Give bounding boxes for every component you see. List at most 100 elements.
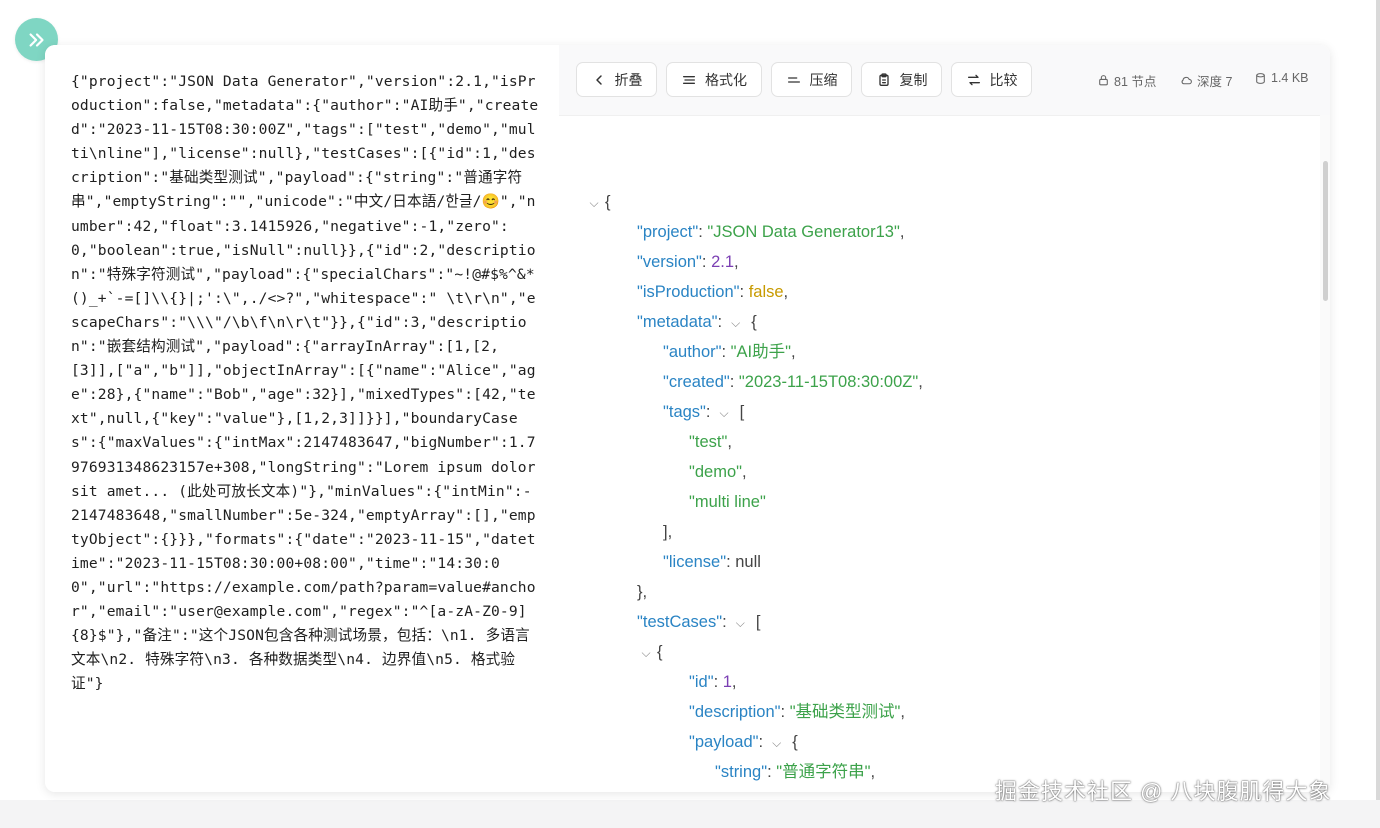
chevron-down-icon[interactable]: ⌵: [717, 398, 731, 428]
tree-row: },: [637, 577, 647, 607]
tree-key: "project": [637, 223, 699, 241]
tree-key: "created": [663, 373, 730, 391]
tree-value: "基础类型测试": [789, 703, 901, 721]
tree-comma: ,: [742, 463, 747, 481]
tree-row: "author": "AI助手",: [663, 337, 796, 367]
tree-row[interactable]: ⌵{: [585, 187, 611, 218]
tree-bracket: [: [751, 613, 761, 631]
tree-value: "test": [689, 433, 728, 451]
tree-comma: ,: [734, 253, 739, 271]
tree-comma: ,: [727, 433, 732, 451]
swap-arrows-icon: [967, 74, 980, 85]
chevron-down-icon[interactable]: ⌵: [729, 308, 743, 338]
tree-row[interactable]: ⌵{: [637, 637, 663, 668]
tree-row: "isProduction": false,: [637, 277, 788, 307]
tree-colon: :: [721, 343, 731, 361]
tree-colon: :: [780, 703, 790, 721]
tree-key: "metadata": [637, 313, 718, 331]
raw-json-text[interactable]: {"project":"JSON Data Generator","versio…: [71, 70, 539, 696]
tree-value: "2023-11-15T08:30:00Z": [738, 373, 919, 391]
compare-label: 比较: [989, 71, 1018, 88]
watermark: 掘金技术社区 @ 八块腹肌得大象: [995, 779, 1332, 804]
tree-key: "version": [637, 253, 702, 271]
tree-value: "普通字符串": [776, 763, 871, 781]
node-count-label: 81 节点: [1114, 75, 1157, 89]
tree-colon: :: [729, 373, 739, 391]
tree-value: false: [748, 283, 784, 301]
tree-row: "id": 1,: [689, 667, 737, 697]
chevron-left-icon: [595, 74, 602, 85]
tree-comma: ,: [918, 373, 923, 391]
tree-value: "demo": [689, 463, 742, 481]
json-tool-card: {"project":"JSON Data Generator","versio…: [45, 45, 1330, 792]
tree-row: "created": "2023-11-15T08:30:00Z",: [663, 367, 923, 397]
tree-colon: :: [705, 403, 716, 421]
tree-row: "description": "基础类型测试",: [689, 697, 905, 727]
depth-stat: 深度 7: [1180, 71, 1232, 90]
tree-colon: :: [722, 613, 732, 631]
tree-value: "multi line": [689, 493, 766, 511]
tree-bracket: {: [787, 733, 798, 751]
collapse-button[interactable]: 折叠: [576, 62, 657, 97]
tree-bracket: [: [735, 403, 745, 421]
chevron-down-icon[interactable]: ⌵: [770, 728, 784, 758]
tree-comma: ,: [731, 673, 737, 691]
tree-scrollbar-thumb[interactable]: [1323, 161, 1328, 301]
tree-colon: :: [767, 763, 777, 781]
tree-comma: ,: [899, 223, 905, 241]
chevron-down-icon[interactable]: ⌵: [733, 608, 747, 638]
node-count: 81 节点: [1097, 71, 1156, 90]
compress-button[interactable]: 压缩: [771, 62, 852, 97]
tree-bracket: {: [746, 313, 757, 331]
tree-row[interactable]: "tags": ⌵ [: [663, 397, 744, 427]
json-tree-view: ⌵{"project": "JSON Data Generator13", "ve…: [559, 115, 1319, 792]
tree-row: "version": 2.1,: [637, 247, 739, 277]
tree-value: "JSON Data Generator13": [707, 223, 900, 241]
tree-comma: ,: [900, 703, 905, 721]
tree-bracket: },: [637, 583, 648, 601]
copy-button[interactable]: 复制: [861, 62, 942, 97]
tree-bracket: {: [605, 193, 611, 211]
compress-label: 压缩: [809, 71, 838, 88]
tree-colon: :: [701, 253, 712, 271]
tree-key: "author": [663, 343, 722, 361]
chevron-down-icon[interactable]: ⌵: [587, 188, 601, 218]
tree-key: "id": [689, 673, 714, 691]
size-stat: 1.4 KB: [1254, 71, 1309, 85]
tree-row[interactable]: "metadata": ⌵ {: [637, 307, 757, 337]
format-label: 格式化: [705, 71, 747, 88]
tree-key: "tags": [663, 403, 706, 421]
tree-colon: :: [739, 283, 749, 301]
tree-colon: :: [713, 673, 723, 691]
tree-bracket: ],: [663, 523, 673, 541]
tree-row: "project": "JSON Data Generator13",: [637, 217, 904, 247]
tree-key: "string": [715, 763, 768, 781]
format-button[interactable]: 格式化: [666, 62, 762, 97]
tree-row[interactable]: "payload": ⌵ {: [689, 727, 798, 757]
tree-row: "test",: [689, 427, 732, 457]
tree-value: null: [735, 553, 761, 571]
tree-colon: :: [726, 553, 736, 571]
tree-key: "license": [663, 553, 727, 571]
tree-comma: ,: [870, 763, 876, 781]
tree-row[interactable]: "testCases": ⌵ [: [637, 607, 760, 637]
tree-key: "description": [689, 703, 781, 721]
clipboard-icon: [878, 72, 889, 86]
tree-row: "demo",: [689, 457, 747, 487]
tree-row: "string": "普通字符串",: [715, 757, 875, 787]
toolbar: 折叠 格式化 压缩 复制 比较 81 节点 深度 7 1.4 KB: [559, 45, 1330, 116]
tree-colon: :: [717, 313, 727, 331]
tree-value: "AI助手": [730, 343, 791, 361]
tree-key: "testCases": [637, 613, 723, 631]
json-tree-panel: 折叠 格式化 压缩 复制 比较 81 节点 深度 7 1.4 KB ⌵ {"p…: [559, 45, 1330, 792]
tree-colon: :: [758, 733, 768, 751]
tree-key: "isProduction": [637, 283, 740, 301]
compress-lines-icon: [787, 76, 800, 83]
chevron-down-icon[interactable]: ⌵: [639, 638, 653, 668]
copy-label: 复制: [899, 71, 928, 88]
tree-bracket: {: [657, 643, 663, 661]
compare-button[interactable]: 比较: [951, 62, 1032, 97]
tree-key: "payload": [689, 733, 759, 751]
tree-row: "multi line": [689, 487, 766, 517]
tree-comma: ,: [783, 283, 789, 301]
